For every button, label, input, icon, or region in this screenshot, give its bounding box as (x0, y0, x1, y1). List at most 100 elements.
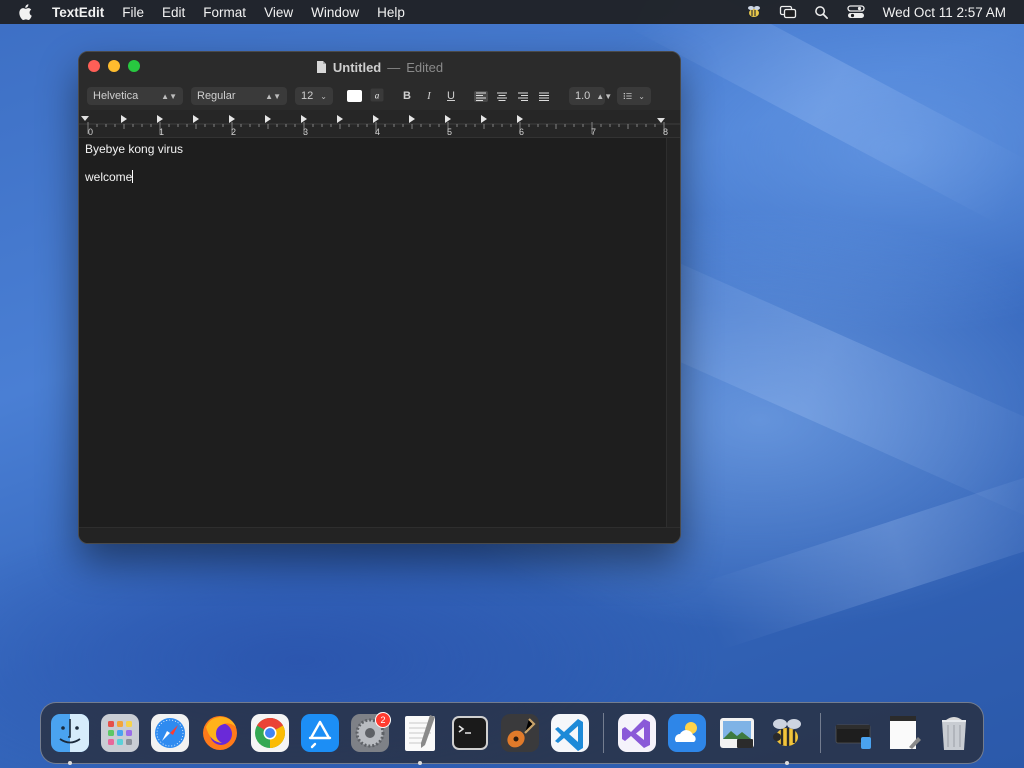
window-title-separator: — (387, 59, 401, 75)
visual-studio-icon (618, 714, 656, 752)
underline-button[interactable]: U (444, 90, 458, 102)
bold-button[interactable]: B (400, 90, 414, 102)
text-color-swatch[interactable] (347, 90, 362, 102)
font-style-select[interactable]: Regular ▲▼ (191, 87, 287, 105)
vertical-scrollbar[interactable] (666, 138, 680, 527)
svg-text:a: a (375, 90, 380, 100)
dock-visual-studio[interactable] (614, 710, 660, 756)
document-text-area[interactable]: Byebye kong virus welcome (79, 138, 666, 527)
ruler-number: 7 (591, 127, 596, 137)
ruler-graphic: 0 1 2 3 4 5 6 7 8 (79, 115, 680, 137)
tab-stop-marker[interactable] (301, 115, 307, 123)
italic-button[interactable]: I (422, 90, 436, 102)
font-size-select[interactable]: 12 ⌄ (295, 87, 333, 105)
dock: 2 (40, 702, 984, 765)
tab-stop-marker[interactable] (517, 115, 523, 123)
tab-stop-marker[interactable] (157, 115, 163, 123)
zoom-button[interactable] (128, 60, 140, 72)
tab-stop-marker[interactable] (229, 115, 235, 123)
menu-view[interactable]: View (264, 5, 293, 20)
document-icon (316, 61, 326, 73)
launchpad-icon (101, 714, 139, 752)
search-icon[interactable] (813, 4, 831, 20)
menu-format[interactable]: Format (203, 5, 246, 20)
firefox-icon (203, 716, 237, 750)
document-line: Byebye kong virus (85, 142, 184, 156)
ruler-number: 4 (375, 127, 380, 137)
ruler-number: 1 (159, 127, 164, 137)
dock-garageband[interactable] (497, 710, 543, 756)
document-line-text: welcome (85, 170, 133, 184)
ruler[interactable]: 0 1 2 3 4 5 6 7 8 (79, 110, 680, 138)
ruler-number: 3 (303, 127, 308, 137)
window-titlebar[interactable]: Untitled — Edited (79, 52, 680, 82)
minimize-button[interactable] (108, 60, 120, 72)
dock-safari[interactable] (147, 710, 193, 756)
dock-preview[interactable] (714, 710, 760, 756)
dock-trash[interactable] (931, 710, 977, 756)
notification-badge: 2 (375, 712, 391, 728)
dock-textedit-preview[interactable] (881, 710, 927, 756)
textedit-window: Untitled — Edited Helvetica ▲▼ Regular ▲… (78, 51, 681, 544)
line-spacing-select[interactable]: 1.0 ▲▼ (569, 87, 612, 105)
dock-app-store[interactable] (297, 710, 343, 756)
dock-finder[interactable] (47, 710, 93, 765)
tab-stop-marker[interactable] (445, 115, 451, 123)
dock-terminal[interactable] (447, 710, 493, 756)
dock-firefox[interactable] (197, 710, 243, 756)
updown-arrow-icon: ▲▼ (596, 91, 613, 101)
dock-textedit[interactable] (397, 710, 443, 765)
tab-stop-marker[interactable] (373, 115, 379, 123)
close-button[interactable] (88, 60, 100, 72)
tab-stops[interactable] (121, 115, 523, 123)
weather-icon (668, 714, 706, 752)
tab-stop-marker[interactable] (121, 115, 127, 123)
align-center-icon[interactable] (495, 91, 509, 102)
align-justify-icon[interactable] (537, 91, 551, 102)
align-right-icon[interactable] (516, 91, 530, 102)
list-style-select[interactable]: ⌄ (617, 87, 651, 105)
menu-edit[interactable]: Edit (162, 5, 185, 20)
bee-status-icon[interactable] (745, 4, 763, 20)
updown-arrow-icon: ▲▼ (161, 91, 177, 101)
tab-stop-marker[interactable] (481, 115, 487, 123)
dock-chrome[interactable] (247, 710, 293, 756)
document-line-active: welcome (85, 170, 660, 184)
dock-weather[interactable] (664, 710, 710, 756)
ruler-number: 2 (231, 127, 236, 137)
vscode-icon (551, 714, 589, 752)
line-spacing-value: 1.0 (575, 90, 591, 102)
dock-system-settings[interactable]: 2 (347, 710, 393, 756)
app-name-menu[interactable]: TextEdit (52, 5, 104, 20)
dock-separator (603, 713, 604, 753)
menu-window[interactable]: Window (311, 5, 359, 20)
menu-clock[interactable]: Wed Oct 11 2:57 AM (883, 5, 1006, 20)
left-margin-marker[interactable] (81, 116, 89, 121)
menu-file[interactable]: File (122, 5, 144, 20)
updown-arrow-icon: ▲▼ (265, 91, 281, 101)
dock-vscode[interactable] (547, 710, 593, 756)
tab-stop-marker[interactable] (265, 115, 271, 123)
dock-launchpad[interactable] (97, 710, 143, 756)
dock-window-preview[interactable] (831, 710, 877, 756)
control-center-icon[interactable] (847, 4, 865, 20)
tab-stop-marker[interactable] (409, 115, 415, 123)
tab-stop-marker[interactable] (337, 115, 343, 123)
safari-icon (151, 714, 189, 752)
textedit-icon (405, 715, 435, 751)
tab-stop-marker[interactable] (193, 115, 199, 123)
bee-icon (773, 719, 801, 746)
font-family-select[interactable]: Helvetica ▲▼ (87, 87, 183, 105)
menu-help[interactable]: Help (377, 5, 405, 20)
window-switcher-icon[interactable] (779, 4, 797, 20)
background-color-icon[interactable]: a (370, 88, 384, 105)
document-thumbnail-icon (890, 716, 921, 749)
ruler-number: 5 (447, 127, 452, 137)
align-left-icon[interactable] (474, 90, 488, 102)
app-store-icon (301, 714, 339, 752)
dock-cyberduck[interactable] (764, 710, 810, 765)
horizontal-scrollbar[interactable] (79, 527, 680, 543)
font-size-value: 12 (301, 90, 314, 102)
ruler-number: 0 (88, 127, 93, 137)
apple-menu-icon[interactable] (18, 4, 32, 20)
